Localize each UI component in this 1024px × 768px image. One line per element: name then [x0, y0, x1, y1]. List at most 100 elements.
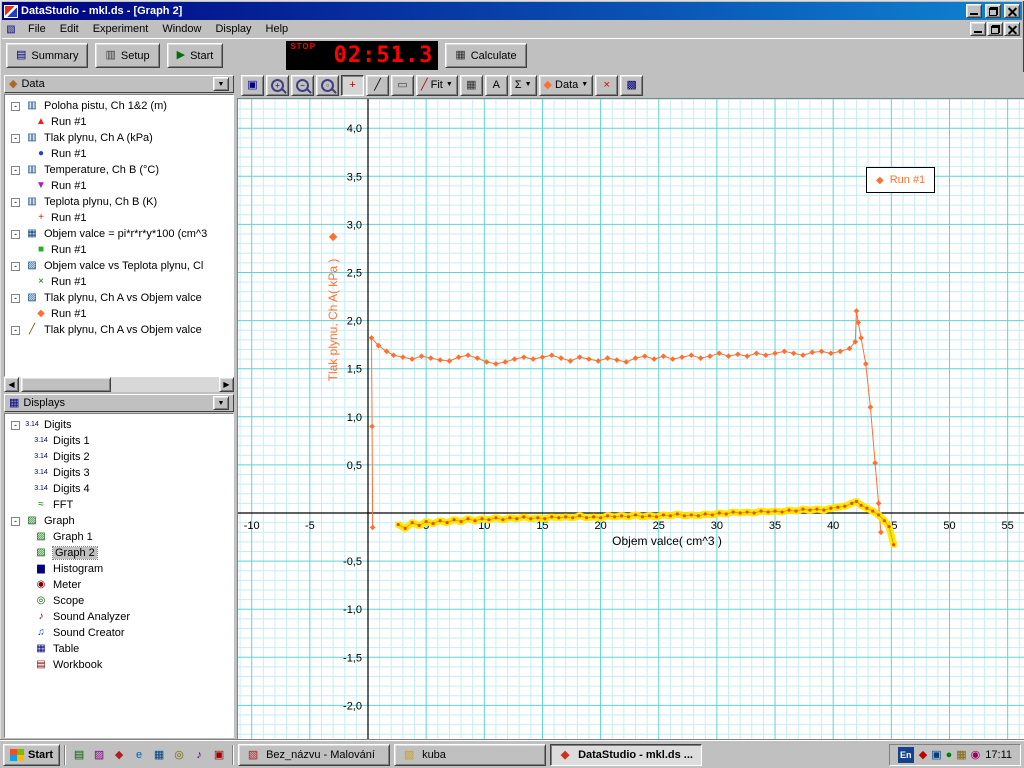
graph-settings-button[interactable]: ▩: [620, 75, 643, 96]
fit-dropdown[interactable]: ╱Fit▼: [416, 75, 458, 96]
display-item-graph[interactable]: -▨Graph: [5, 513, 233, 529]
data-item-tlak-plynu-ch-a-kpa[interactable]: -▥Tlak plynu, Ch A (kPa): [5, 130, 233, 146]
data-item-tlak-plynu-ch-a-vs-objem-valce[interactable]: -╱Tlak plynu, Ch A vs Objem valce: [5, 322, 233, 338]
data-item-poloha-pistu-ch-1-2-m[interactable]: -▥Poloha pistu, Ch 1&2 (m): [5, 98, 233, 114]
menu-item-help[interactable]: Help: [259, 20, 296, 38]
data-panel-dropdown-button[interactable]: ▼: [213, 77, 229, 91]
quick-launch-6[interactable]: ◎: [170, 746, 188, 764]
restore-button[interactable]: [985, 4, 1001, 18]
data-run-tlak-plynu-ch-a-kpa[interactable]: ●Run #1: [5, 146, 233, 162]
display-item-digits-4[interactable]: 3.14Digits 4: [5, 481, 233, 497]
display-item-graph-2[interactable]: ▨Graph 2: [5, 545, 233, 561]
quick-launch-8[interactable]: ▣: [210, 746, 228, 764]
menu-item-experiment[interactable]: Experiment: [86, 20, 156, 38]
data-run-tlak-plynu-ch-a-vs-objem-valce[interactable]: ◆Run #1: [5, 306, 233, 322]
data-tree-hscrollbar[interactable]: ◀ ▶: [4, 377, 234, 392]
data-dropdown[interactable]: ◆Data▼: [539, 75, 594, 96]
data-run-poloha-pistu-ch-1-2-m[interactable]: ▲Run #1: [5, 114, 233, 130]
display-item-digits[interactable]: -3.14Digits: [5, 417, 233, 433]
scroll-right-button[interactable]: ▶: [219, 377, 234, 392]
data-item-temperature-ch-b-c[interactable]: -▥Temperature, Ch B (°C): [5, 162, 233, 178]
tree-collapse-icon[interactable]: -: [11, 294, 20, 303]
annotate-button[interactable]: ▭: [391, 75, 414, 96]
scrollbar-track[interactable]: [19, 377, 219, 392]
remove-button[interactable]: ×: [595, 75, 618, 96]
quick-launch-4[interactable]: e: [130, 746, 148, 764]
quick-launch-1[interactable]: ▤: [70, 746, 88, 764]
tree-collapse-icon[interactable]: -: [11, 102, 20, 111]
data-run-objem-valce-vs-teplota-plynu-cl[interactable]: ×Run #1: [5, 274, 233, 290]
tree-collapse-icon[interactable]: -: [11, 326, 20, 335]
minimize-button[interactable]: [966, 4, 982, 18]
tree-collapse-icon[interactable]: -: [11, 198, 20, 207]
scale-to-fit-button[interactable]: ▣: [241, 75, 264, 96]
zoom-in-button[interactable]: +: [266, 75, 289, 96]
display-item-graph-1[interactable]: ▨Graph 1: [5, 529, 233, 545]
quick-launch-7[interactable]: ♪: [190, 746, 208, 764]
language-indicator[interactable]: En: [898, 747, 914, 763]
display-item-meter[interactable]: ◉Meter: [5, 577, 233, 593]
calculate-button[interactable]: ▦ Calculate: [445, 43, 526, 68]
menu-item-edit[interactable]: Edit: [53, 20, 86, 38]
tree-collapse-icon[interactable]: -: [11, 166, 20, 175]
display-item-digits-3[interactable]: 3.14Digits 3: [5, 465, 233, 481]
displays-panel-dropdown-button[interactable]: ▼: [213, 396, 229, 410]
child-restore-button[interactable]: [987, 22, 1003, 36]
data-item-objem-valce-vs-teplota-plynu-cl[interactable]: -▨Objem valce vs Teplota plynu, Cl: [5, 258, 233, 274]
display-item-sound-creator[interactable]: ♫Sound Creator: [5, 625, 233, 641]
data-panel-header[interactable]: ◆ Data ▼: [4, 75, 234, 93]
close-button[interactable]: [1004, 4, 1020, 18]
task-kuba[interactable]: ▨kuba: [394, 744, 546, 766]
statistics-button[interactable]: Σ▼: [510, 75, 537, 96]
scrollbar-thumb[interactable]: [21, 377, 111, 392]
summary-button[interactable]: ▤ Summary: [6, 43, 88, 68]
tray-icon-4[interactable]: ▦: [956, 749, 966, 761]
display-item-sound-analyzer[interactable]: ♪Sound Analyzer: [5, 609, 233, 625]
display-item-table[interactable]: ▦Table: [5, 641, 233, 657]
data-item-tlak-plynu-ch-a-vs-objem-valce[interactable]: -▨Tlak plynu, Ch A vs Objem valce: [5, 290, 233, 306]
tree-collapse-icon[interactable]: -: [11, 230, 20, 239]
menu-item-display[interactable]: Display: [208, 20, 258, 38]
task-datastudio-mkl-ds[interactable]: ◆DataStudio - mkl.ds ...: [550, 744, 702, 766]
child-close-button[interactable]: [1004, 22, 1020, 36]
tray-icon-2[interactable]: ▣: [931, 749, 941, 761]
text-button[interactable]: A: [485, 75, 508, 96]
quick-launch-2[interactable]: ▨: [90, 746, 108, 764]
display-item-workbook[interactable]: ▤Workbook: [5, 657, 233, 673]
zoom-out-button[interactable]: −: [291, 75, 314, 96]
tree-collapse-icon[interactable]: -: [11, 517, 20, 526]
display-item-scope[interactable]: ◎Scope: [5, 593, 233, 609]
data-run-objem-valce-pi-r-r-y-100-cm-3[interactable]: ■Run #1: [5, 242, 233, 258]
chevron-down-icon[interactable]: ▼: [446, 81, 453, 89]
data-item-objem-valce-pi-r-r-y-100-cm-3[interactable]: -▦Objem valce = pi*r*r*y*100 (cm^3: [5, 226, 233, 242]
start-button-toolbar[interactable]: ▶ Start: [167, 43, 224, 68]
display-item-digits-1[interactable]: 3.14Digits 1: [5, 433, 233, 449]
chevron-down-icon[interactable]: ▼: [525, 81, 532, 89]
calculator-button[interactable]: ▦: [460, 75, 483, 96]
data-item-teplota-plynu-ch-b-k[interactable]: -▥Teplota plynu, Ch B (K): [5, 194, 233, 210]
tray-icon-3[interactable]: ●: [946, 749, 953, 761]
task-bez-n-zvu-malov-n[interactable]: ▧Bez_názvu - Malování: [238, 744, 390, 766]
tree-collapse-icon[interactable]: -: [11, 421, 20, 430]
display-item-fft[interactable]: ≈FFT: [5, 497, 233, 513]
graph-window-icon[interactable]: ▧: [4, 23, 18, 36]
zoom-select-button[interactable]: ▫: [316, 75, 339, 96]
data-run-temperature-ch-b-c[interactable]: ▼Run #1: [5, 178, 233, 194]
graph-legend[interactable]: ◆ Run #1: [866, 167, 935, 193]
display-item-histogram[interactable]: ▆Histogram: [5, 561, 233, 577]
display-item-digits-2[interactable]: 3.14Digits 2: [5, 449, 233, 465]
data-run-teplota-plynu-ch-b-k[interactable]: +Run #1: [5, 210, 233, 226]
graph-canvas[interactable]: -10-55101520253035404550554,03,53,02,52,…: [238, 99, 1024, 739]
slope-tool-button[interactable]: ╱: [366, 75, 389, 96]
menu-item-file[interactable]: File: [21, 20, 53, 38]
scroll-left-button[interactable]: ◀: [4, 377, 19, 392]
tray-icon-5[interactable]: ◉: [971, 749, 981, 761]
start-button[interactable]: Start: [3, 744, 60, 766]
tree-collapse-icon[interactable]: -: [11, 134, 20, 143]
tray-icon-1[interactable]: ◆: [919, 749, 927, 761]
chevron-down-icon[interactable]: ▼: [581, 81, 588, 89]
menu-item-window[interactable]: Window: [155, 20, 208, 38]
setup-button[interactable]: ▥ Setup: [95, 43, 159, 68]
smart-tool-button[interactable]: +: [341, 75, 364, 96]
quick-launch-5[interactable]: ▦: [150, 746, 168, 764]
